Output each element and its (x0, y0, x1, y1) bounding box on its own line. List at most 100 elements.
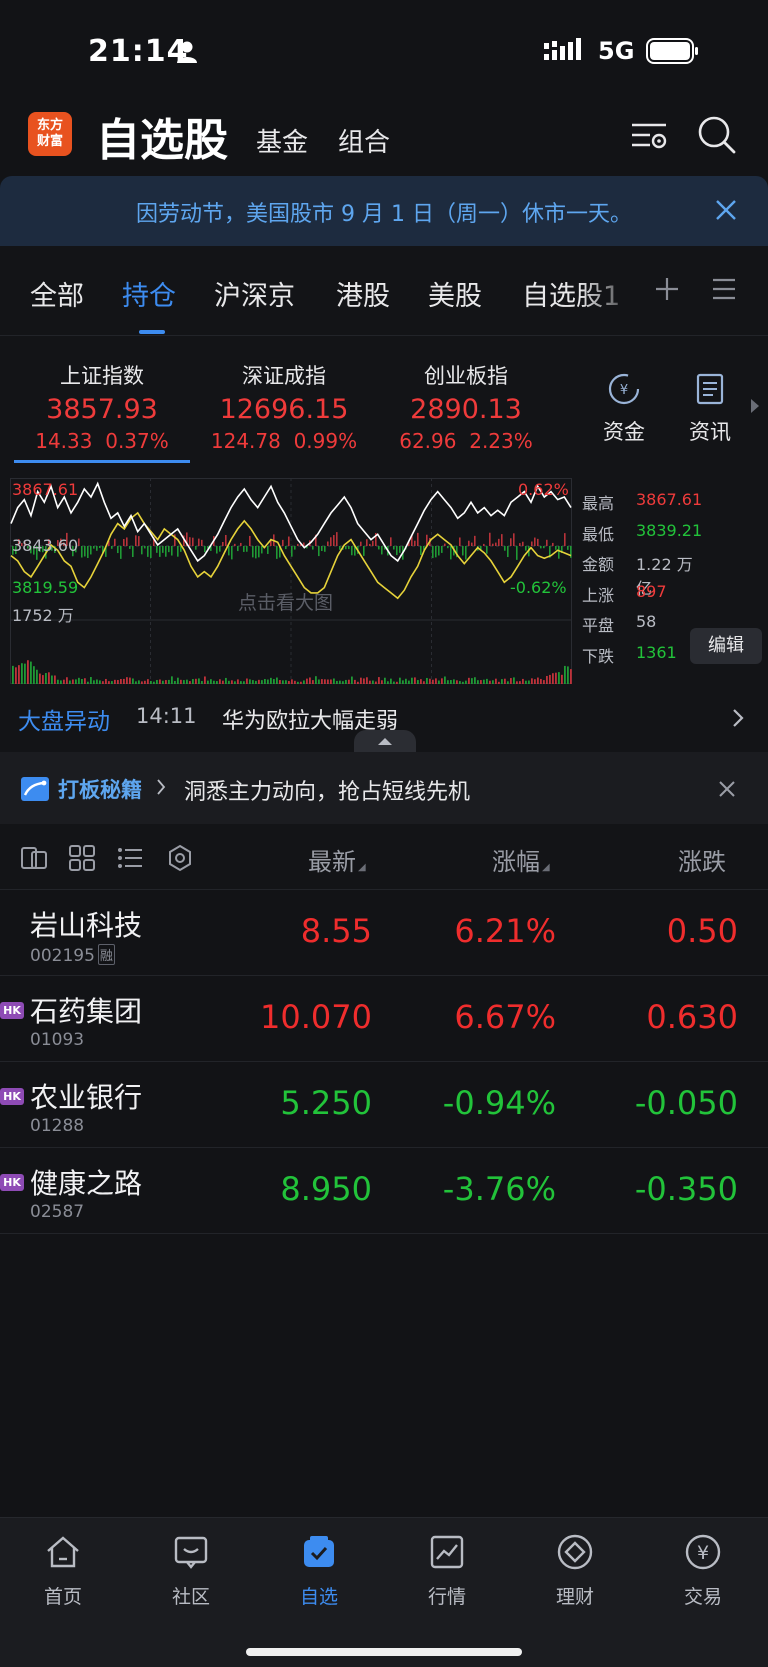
chart-breadth-bar (324, 546, 326, 552)
nav-watchlist[interactable]: 自选 (279, 1532, 359, 1609)
chart-breadth-bar (99, 546, 101, 549)
chevron-right-icon[interactable] (732, 708, 744, 728)
chart-breadth-bar (492, 543, 494, 546)
chart-breadth-bar (216, 546, 218, 554)
person-icon (177, 41, 197, 63)
compare-icon[interactable] (20, 844, 48, 872)
chart-breadth-bar (381, 546, 383, 555)
page-title: 自选股 (96, 115, 228, 166)
chart-breadth-bar (345, 546, 347, 550)
intraday-chart-area[interactable]: 3867.61 3843.60 3819.59 0.62% -0.62% 175… (0, 478, 768, 684)
table-row[interactable]: HK 健康之路 02587 8.950 -3.76% -0.350 (0, 1148, 768, 1234)
promo-bar[interactable]: 打板秘籍 洞悉主力动向，抢占短线先机 (0, 752, 768, 824)
chart-breadth-bar (459, 537, 461, 546)
chart-volume-bar (567, 666, 569, 684)
chart-breadth-bar (126, 537, 128, 546)
nav-label: 理财 (555, 1586, 594, 1608)
chart-breadth-bar (132, 546, 134, 558)
chart-volume-bar (555, 672, 557, 684)
chart-breadth-bar (234, 543, 236, 546)
tab-all[interactable]: 全部 (30, 274, 84, 313)
chart-breadth-bar (504, 546, 506, 551)
chart-volume-bar (570, 669, 572, 684)
chart-breadth-bar (510, 538, 512, 546)
chart-breadth-bar (468, 540, 470, 546)
index-chinext[interactable]: 创业板指 2890.13 62.96 2.23% (376, 360, 556, 453)
home-indicator (246, 1648, 522, 1656)
chart-volume-bar (15, 667, 17, 684)
battery-icon (646, 38, 698, 64)
chart-breadth-bar (144, 546, 146, 549)
stock-change: -0.350 (634, 1170, 738, 1208)
chart-breadth-bar (231, 546, 233, 560)
intraday-chart[interactable] (10, 478, 572, 684)
add-tab-icon[interactable] (654, 276, 680, 302)
nav-trade[interactable]: ¥ 交易 (663, 1532, 743, 1609)
table-row[interactable]: HK 石药集团 01093 10.070 6.67% 0.630 (0, 976, 768, 1062)
chart-pct-high: 0.62% (518, 480, 569, 499)
col-change[interactable]: 涨跌 (678, 842, 726, 877)
collapse-handle[interactable] (354, 730, 416, 752)
capital-flow-button[interactable]: ¥ 资金 (592, 372, 656, 446)
chart-breadth-bar (240, 542, 242, 546)
nav-community[interactable]: 社区 (151, 1532, 231, 1609)
tab-us-stocks[interactable]: 美股 (428, 274, 482, 313)
tab-hk-stocks[interactable]: 港股 (336, 274, 390, 313)
index-overview: 上证指数 3857.93 14.33 0.37% 深证成指 12696.15 1… (0, 336, 768, 478)
table-row[interactable]: 岩山科技 002195 融 8.55 6.21% 0.50 (0, 890, 768, 976)
chart-volume-bar (51, 675, 53, 684)
nav-wealth[interactable]: 理财 (535, 1532, 615, 1609)
chart-breadth-bar (141, 546, 143, 555)
market-alert[interactable]: 大盘异动 14:11 华为欧拉大幅走弱 (0, 684, 768, 752)
chart-breadth-bar (294, 546, 296, 550)
settings-list-icon[interactable] (628, 114, 670, 156)
header-tab-fund[interactable]: 基金 (256, 122, 308, 159)
nav-label: 自选 (299, 1586, 338, 1608)
chart-volume-bar (351, 676, 353, 684)
margin-badge: 融 (97, 944, 115, 965)
stock-code: 01093 (30, 1030, 85, 1050)
index-name: 创业板指 (424, 364, 508, 388)
tab-shanghai-shenzhen[interactable]: 沪深京 (214, 274, 295, 313)
promo-tag: 打板秘籍 (58, 778, 142, 802)
chart-volume-bar (27, 660, 29, 684)
chart-y-low: 3819.59 (12, 578, 79, 597)
index-shenzhen[interactable]: 深证成指 12696.15 124.78 0.99% (194, 360, 374, 453)
header-tab-portfolio[interactable]: 组合 (338, 122, 390, 159)
edit-button[interactable]: 编辑 (690, 628, 762, 664)
search-icon[interactable] (696, 114, 738, 156)
close-icon[interactable] (714, 198, 738, 222)
chart-breadth-bar (267, 546, 269, 554)
chart-breadth-bar (417, 532, 419, 546)
chart-breadth-bar (399, 546, 401, 553)
grid-view-icon[interactable] (68, 844, 96, 872)
index-name: 深证成指 (242, 364, 326, 388)
chevron-right-icon[interactable] (750, 398, 760, 414)
col-latest[interactable]: 最新 ◢ (308, 842, 366, 877)
chart-breadth-bar (366, 539, 368, 546)
close-icon[interactable] (718, 780, 736, 798)
index-shanghai[interactable]: 上证指数 3857.93 14.33 0.37% (12, 360, 192, 453)
chart-breadth-bar (534, 537, 536, 546)
chart-breadth-bar (114, 538, 116, 546)
chart-volume-bar (444, 676, 446, 684)
nav-label: 交易 (683, 1586, 722, 1608)
settings-icon[interactable] (166, 844, 194, 872)
chart-breadth-bar (519, 543, 521, 546)
table-row[interactable]: HK 农业银行 01288 5.250 -0.94% -0.050 (0, 1062, 768, 1148)
chart-breadth-bar (297, 543, 299, 546)
chart-breadth-bar (432, 546, 434, 559)
chart-breadth-bar (261, 546, 263, 554)
nav-home[interactable]: 首页 (23, 1532, 103, 1609)
hk-market-badge: HK (0, 1002, 24, 1019)
list-view-icon[interactable] (116, 844, 144, 872)
news-button[interactable]: 资讯 (678, 372, 742, 446)
nav-market[interactable]: 行情 (407, 1532, 487, 1609)
stock-code: 002195 融 (30, 944, 115, 966)
col-pct-change[interactable]: 涨幅 ◢ (492, 842, 550, 877)
network-type: 5G (598, 37, 635, 65)
stock-pct: -3.76% (442, 1170, 556, 1208)
menu-icon[interactable] (712, 278, 736, 300)
chart-breadth-bar (162, 546, 164, 553)
tab-holdings[interactable]: 持仓 (122, 274, 176, 313)
